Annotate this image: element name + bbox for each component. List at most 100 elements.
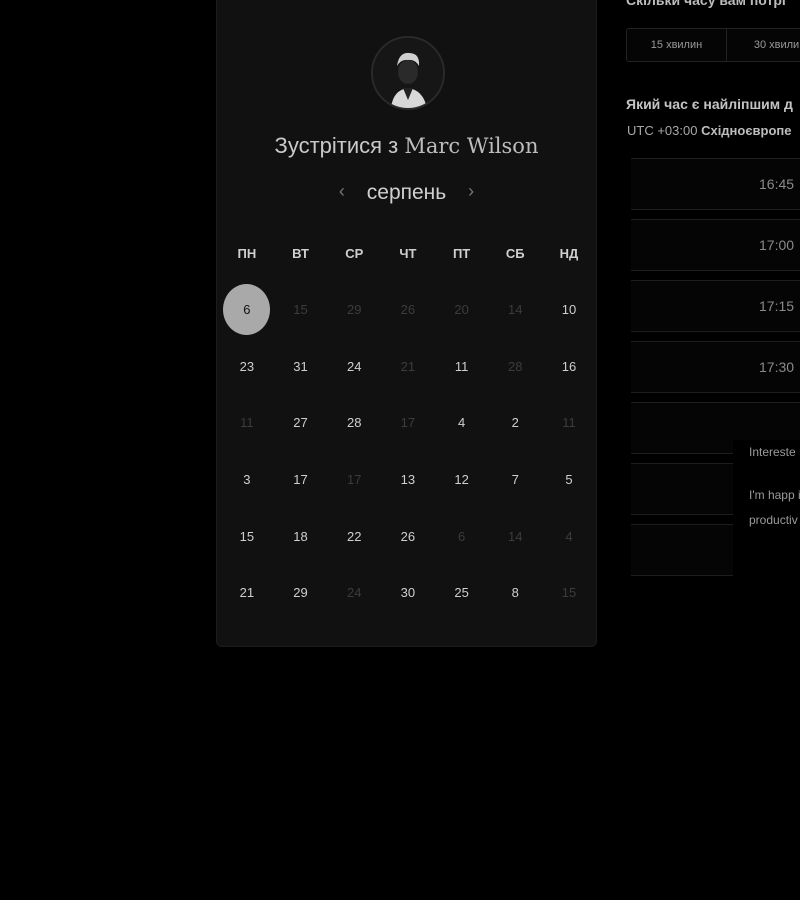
- calendar-day-number: 6: [457, 528, 466, 544]
- calendar-day-number: 15: [293, 301, 308, 317]
- weekday-label: НД: [559, 246, 579, 261]
- calendar-day[interactable]: 29: [274, 564, 328, 621]
- calendar-day: 24: [327, 564, 381, 621]
- calendar-day-number: 27: [293, 415, 308, 431]
- time-slot[interactable]: 16:45: [631, 158, 800, 210]
- calendar-day[interactable]: 3: [220, 451, 274, 508]
- calendar-day[interactable]: 10: [542, 281, 596, 338]
- calendar-day[interactable]: 23: [220, 338, 274, 395]
- calendar-day[interactable]: 24: [327, 338, 381, 395]
- calendar-day-number: 11: [454, 358, 469, 374]
- calendar-day: 26: [381, 281, 435, 338]
- calendar-day: 17: [327, 451, 381, 508]
- calendar-day-number: 26: [400, 301, 416, 317]
- host-name: Marc Wilson: [404, 134, 539, 158]
- calendar-day: 14: [488, 508, 542, 565]
- calendar-day-number: 15: [561, 585, 577, 601]
- calendar-day-number: 31: [293, 358, 308, 374]
- time-slot-label: 17:30: [759, 359, 795, 375]
- chevron-left-icon[interactable]: ‹: [339, 181, 345, 201]
- duration-question: Скільки часу вам потрі: [626, 0, 786, 8]
- calendar-day[interactable]: 8: [488, 564, 542, 621]
- calendar-day: 21: [381, 338, 435, 395]
- duration-selector: 15 хвилин 30 хвили: [626, 28, 800, 62]
- calendar-day: 29: [327, 281, 381, 338]
- time-question: Який час є найліпшим д: [626, 96, 793, 112]
- calendar-week: 11 27 28 17 4 2 11: [220, 394, 598, 451]
- booking-card: Зустрітися з Marc Wilson ‹ серпень › ПН В…: [216, 0, 597, 647]
- calendar-day-number: 30: [400, 585, 416, 601]
- time-slot[interactable]: 17:15: [631, 280, 800, 332]
- calendar-day[interactable]: 18: [274, 508, 328, 565]
- calendar-day-number: 21: [239, 585, 255, 601]
- timezone[interactable]: UTC +03:00 Східноєвропе: [627, 123, 792, 138]
- calendar-day[interactable]: 16: [542, 338, 596, 395]
- calendar-week: 15 18 22 26 6 14 4: [220, 508, 598, 565]
- calendar-day-selected[interactable]: 6: [220, 281, 274, 338]
- calendar-day-number: 29: [346, 301, 362, 317]
- calendar-day-number: 16: [561, 358, 577, 374]
- calendar-day[interactable]: 17: [274, 451, 328, 508]
- calendar-day-number: 29: [293, 585, 308, 601]
- calendar-day[interactable]: 13: [381, 451, 435, 508]
- calendar-day-number: 12: [454, 471, 469, 487]
- chevron-right-icon[interactable]: ›: [468, 181, 474, 201]
- month-navigation: ‹ серпень ›: [217, 181, 596, 205]
- calendar-day[interactable]: 28: [327, 394, 381, 451]
- calendar-day-number: 17: [293, 471, 308, 487]
- calendar-day[interactable]: 2: [488, 394, 542, 451]
- person-avatar-icon: [373, 38, 443, 108]
- calendar-day[interactable]: 4: [435, 394, 489, 451]
- calendar-day[interactable]: 11: [435, 338, 489, 395]
- calendar-day-number: 2: [511, 415, 519, 431]
- calendar-day: 11: [220, 394, 274, 451]
- timezone-offset: UTC +03:00: [627, 123, 698, 138]
- weekday-label: СР: [345, 246, 364, 261]
- calendar-day: 20: [435, 281, 489, 338]
- calendar-day[interactable]: 15: [220, 508, 274, 565]
- calendar-week: 3 17 17 13 12 7 5: [220, 451, 598, 508]
- calendar-day[interactable]: 21: [220, 564, 274, 621]
- time-slot[interactable]: 17:00: [631, 219, 800, 271]
- time-slot-label: 17:15: [759, 298, 795, 314]
- calendar-day[interactable]: 26: [381, 508, 435, 565]
- calendar-day-number: 3: [243, 471, 251, 487]
- meeting-title: Зустрітися з Marc Wilson: [217, 133, 596, 159]
- calendar-day-number: 18: [293, 528, 308, 544]
- description-paragraph: I'm happ insight in use our p improver p…: [749, 488, 800, 527]
- calendar-day-number: 5: [565, 471, 573, 487]
- calendar-day: 17: [381, 394, 435, 451]
- weekday-header: ПН ВТ СР ЧТ ПТ СБ НД: [220, 246, 598, 261]
- calendar-day-number: 7: [511, 471, 519, 487]
- calendar-day[interactable]: 12: [435, 451, 489, 508]
- calendar-day-number: 21: [400, 358, 416, 374]
- calendar-day[interactable]: 27: [274, 394, 328, 451]
- calendar-day-number: 22: [346, 528, 362, 544]
- weekday-label: СБ: [505, 246, 525, 261]
- calendar-day-number: 6: [223, 283, 271, 335]
- calendar-day[interactable]: 31: [274, 338, 328, 395]
- calendar-day: 11: [542, 394, 596, 451]
- calendar-day[interactable]: 7: [488, 451, 542, 508]
- duration-option-30[interactable]: 30 хвили: [727, 29, 800, 61]
- calendar-day-number: 4: [457, 415, 466, 431]
- calendar-day[interactable]: 25: [435, 564, 489, 621]
- calendar-day-number: 8: [511, 585, 519, 601]
- month-label: серпень: [366, 181, 447, 204]
- calendar-day[interactable]: 22: [327, 508, 381, 565]
- calendar-day-number: 14: [508, 301, 523, 317]
- calendar-day: 15: [542, 564, 596, 621]
- calendar-day-number: 20: [454, 301, 469, 317]
- time-slot[interactable]: 17:30: [631, 341, 800, 393]
- weekday-label: ВТ: [292, 246, 309, 261]
- weekday-label: ПТ: [452, 246, 471, 261]
- duration-option-15[interactable]: 15 хвилин: [627, 29, 727, 61]
- calendar-day-number: 24: [346, 358, 362, 374]
- calendar-day[interactable]: 30: [381, 564, 435, 621]
- meeting-title-prefix: Зустрітися з: [274, 133, 399, 158]
- calendar-day-number: 11: [240, 415, 254, 431]
- time-slot-label: 17:00: [759, 237, 795, 253]
- calendar-day[interactable]: 5: [542, 451, 596, 508]
- calendar-day-number: 15: [239, 528, 255, 544]
- calendar-day-number: 17: [400, 415, 416, 431]
